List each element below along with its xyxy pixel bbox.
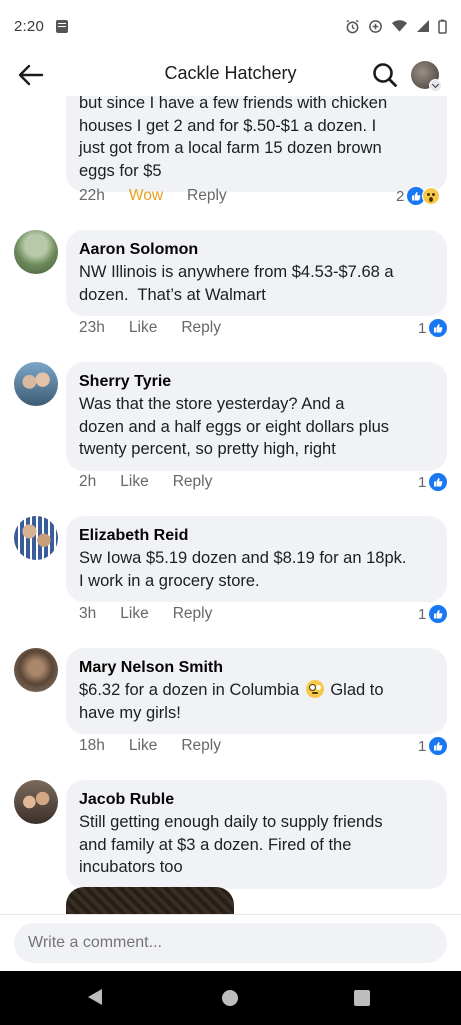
- like-button[interactable]: Like: [129, 737, 157, 755]
- comment-text-line: houses I get 2 and for $.50-$1 a dozen. …: [79, 116, 377, 135]
- like-reaction-icon: [429, 473, 448, 491]
- comment-meta: 23h Like Reply: [79, 319, 221, 337]
- reaction-summary[interactable]: 1: [418, 605, 448, 623]
- comment-text: $6.32 for a dozen in Columbia Glad to: [79, 679, 435, 702]
- like-reaction-icon: [429, 737, 448, 755]
- comment-text-line: but since I have a few friends with chic…: [79, 96, 388, 112]
- comment-meta: 3h Like Reply: [79, 605, 212, 623]
- comment-time: 2h: [79, 473, 97, 490]
- comment-time: 3h: [79, 605, 97, 622]
- comment-input[interactable]: [14, 923, 447, 963]
- search-icon: [373, 63, 397, 87]
- comment-text: NW Illinois is anywhere from $4.53-$7.68…: [79, 263, 394, 304]
- system-nav-bar: [0, 971, 461, 1025]
- comment-text: Sw Iowa $5.19 dozen and $8.19 for an 18p…: [79, 549, 407, 590]
- reply-button[interactable]: Reply: [181, 319, 221, 337]
- comment-meta: 2h Like Reply: [79, 473, 212, 491]
- comment-text: Was that the store yesterday? And a doze…: [79, 395, 390, 458]
- wow-reaction-icon: [422, 187, 441, 205]
- comment-text-line: have my girls!: [79, 703, 181, 722]
- reply-button[interactable]: Reply: [173, 473, 213, 491]
- like-button[interactable]: Like: [129, 319, 157, 337]
- reaction-summary[interactable]: 1: [418, 473, 448, 491]
- avatar[interactable]: [14, 362, 58, 406]
- alarm-icon: [346, 19, 359, 33]
- status-icons: [345, 19, 447, 34]
- comment-bubble[interactable]: but since I have a few friends with chic…: [66, 96, 447, 192]
- search-button[interactable]: [370, 60, 400, 90]
- message-icon: [56, 19, 68, 33]
- reaction-summary[interactable]: 1: [418, 319, 448, 337]
- comment-bubble[interactable]: Aaron Solomon NW Illinois is anywhere fr…: [66, 230, 447, 316]
- wifi-icon: [391, 20, 408, 32]
- battery-icon: [438, 19, 447, 34]
- comment-author[interactable]: Elizabeth Reid: [79, 525, 435, 547]
- reply-button[interactable]: Reply: [181, 737, 221, 755]
- like-button[interactable]: Like: [120, 605, 148, 623]
- signal-icon: [417, 20, 429, 32]
- flushed-face-emoji: [305, 680, 324, 698]
- comment-time: 18h: [79, 737, 105, 754]
- comment-text-line: eggs for $5: [79, 161, 162, 180]
- reaction-summary[interactable]: 2: [396, 187, 441, 205]
- like-button[interactable]: Like: [120, 473, 148, 491]
- comment-author[interactable]: Mary Nelson Smith: [79, 657, 435, 679]
- avatar[interactable]: [14, 780, 58, 824]
- comment-time: 22h: [79, 187, 105, 204]
- comment-composer: [0, 914, 461, 971]
- comment-time: 23h: [79, 319, 105, 336]
- nav-recents-icon[interactable]: [354, 990, 370, 1006]
- reaction-count: 1: [418, 473, 427, 491]
- reaction-count: 1: [418, 319, 427, 337]
- comment-author[interactable]: Sherry Tyrie: [79, 371, 435, 393]
- data-saver-icon: [369, 19, 382, 33]
- nav-home-icon[interactable]: [222, 990, 238, 1006]
- comment-image[interactable]: [66, 887, 234, 914]
- comment-meta: 22h Wow Reply: [79, 187, 227, 205]
- comment-meta: 18h Like Reply: [79, 737, 221, 755]
- comment-text: Still getting enough daily to supply fri…: [79, 813, 383, 876]
- comment-bubble[interactable]: Mary Nelson Smith $6.32 for a dozen in C…: [66, 648, 447, 734]
- avatar[interactable]: [14, 648, 58, 692]
- like-reaction-icon: [429, 605, 448, 623]
- nav-back-icon[interactable]: [88, 989, 102, 1005]
- comment-author[interactable]: Aaron Solomon: [79, 239, 435, 261]
- comment-bubble[interactable]: Jacob Ruble Still getting enough daily t…: [66, 780, 447, 889]
- comment-text-part: $6.32 for a dozen in Columbia: [79, 681, 300, 699]
- reaction-count: 1: [418, 605, 427, 623]
- reaction-count: 2: [396, 187, 405, 205]
- comment-bubble[interactable]: Sherry Tyrie Was that the store yesterda…: [66, 362, 447, 471]
- comment-author[interactable]: Jacob Ruble: [79, 789, 435, 811]
- avatar[interactable]: [14, 230, 58, 274]
- comment-bubble[interactable]: Elizabeth Reid Sw Iowa $5.19 dozen and $…: [66, 516, 447, 602]
- wow-reaction-button[interactable]: Wow: [129, 187, 163, 205]
- status-time: 2:20: [14, 17, 44, 35]
- reply-button[interactable]: Reply: [187, 187, 227, 205]
- back-button[interactable]: [16, 60, 46, 90]
- status-bar: 2:20: [0, 0, 461, 52]
- like-reaction-icon: [429, 319, 448, 337]
- reaction-count: 1: [418, 737, 427, 755]
- header: Cackle Hatchery: [0, 52, 461, 96]
- arrow-left-icon: [18, 64, 44, 86]
- avatar[interactable]: [14, 516, 58, 560]
- reply-button[interactable]: Reply: [173, 605, 213, 623]
- reaction-summary[interactable]: 1: [418, 737, 448, 755]
- profile-avatar-button[interactable]: [411, 61, 442, 92]
- comments-feed[interactable]: but since I have a few friends with chic…: [0, 96, 461, 914]
- chevron-down-icon: [429, 79, 442, 92]
- comment-text-line: just got from a local farm 15 dozen brow…: [79, 139, 382, 157]
- comment-text-part: Glad to: [330, 681, 384, 699]
